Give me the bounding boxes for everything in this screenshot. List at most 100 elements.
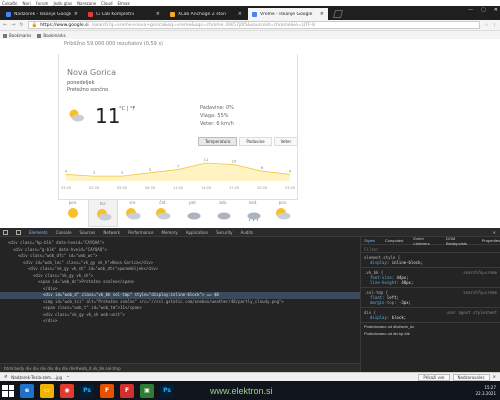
close-tab-icon[interactable]: × — [74, 11, 78, 17]
system-clock[interactable]: 15:27 22.3.2021 — [476, 385, 500, 397]
time-tick-label: 23:00 — [285, 186, 295, 190]
css-property[interactable]: display: block; — [364, 315, 497, 320]
reload-icon[interactable]: ↻ — [19, 22, 23, 28]
url-input[interactable]: 🔒 https://www.google.si/search?q=vreme+n… — [27, 21, 481, 29]
favicon-icon — [88, 11, 93, 17]
forecast-day[interactable]: sre. — [118, 199, 148, 227]
inherited-heading: Podedovano od div.kp-blk — [364, 331, 410, 336]
download-chip[interactable]: Nadzorovalec — [452, 373, 490, 381]
dom-node-line[interactable]: </div> — [0, 318, 360, 325]
menu-icon[interactable]: ⋮ — [493, 23, 498, 28]
app-icon[interactable]: F — [120, 383, 134, 398]
forecast-day[interactable]: sob. — [208, 199, 238, 227]
weather-details: Padavine: 0% Vlaga: 55% Veter: 6 km/h — [200, 104, 234, 128]
forecast-day[interactable]: čet. — [148, 199, 178, 227]
browser-tab[interactable]: Ci Lab Kompletni × — [84, 8, 164, 20]
styles-filter-input[interactable]: Filter — [361, 245, 500, 253]
devtools-tab[interactable]: Security — [216, 230, 232, 235]
menu-item[interactable]: Cloud — [101, 1, 112, 6]
styles-subtab[interactable]: Styles — [364, 238, 375, 243]
forecast-day[interactable]: pon. — [268, 199, 298, 227]
partly-cloudy-icon — [69, 109, 84, 122]
tab-temperature[interactable]: Temperatura — [198, 137, 238, 146]
menu-item[interactable]: Nari — [23, 1, 31, 6]
time-tick-label: 14:00 — [201, 186, 211, 190]
devtools-tab[interactable]: Elements — [29, 230, 48, 235]
bookmark-item[interactable]: Bookmarks — [37, 32, 66, 38]
forecast-day[interactable]: tor. — [88, 199, 118, 227]
close-tab-icon[interactable]: × — [320, 11, 324, 17]
back-icon[interactable]: ← — [3, 22, 7, 28]
devtools-tab[interactable]: Sources — [80, 230, 96, 235]
minimize-icon[interactable]: — — [468, 7, 473, 13]
devtools-tab[interactable]: Performance — [128, 230, 153, 235]
rule-source[interactable]: search?q=vreme — [463, 290, 497, 295]
app-icon[interactable]: ▣ — [140, 383, 154, 398]
forecast-day-label: sre. — [129, 200, 137, 205]
devtools-tab[interactable]: Application — [186, 230, 208, 235]
browser-tab[interactable]: Vreme - Iskanje Google × — [248, 8, 328, 20]
styles-subtab[interactable]: Event Listeners — [413, 237, 436, 246]
forward-icon[interactable]: → — [11, 22, 15, 28]
close-tab-icon[interactable]: × — [238, 11, 242, 17]
time-tick-label: 20:00 — [257, 186, 267, 190]
elements-tree: <div class="kp-blk" data-hveid="CAYQAA">… — [0, 237, 360, 363]
folder-icon[interactable]: ▭ — [40, 383, 54, 398]
styles-subtab[interactable]: Properties — [482, 238, 500, 243]
css-property[interactable]: line-height: 48px; — [364, 280, 497, 285]
photoshop-icon[interactable]: Ps — [160, 383, 174, 398]
bookmark-item[interactable]: Bookmarks — [3, 33, 31, 38]
css-property[interactable]: display: inline-block; — [364, 260, 497, 265]
menu-item[interactable]: Forum — [36, 1, 49, 6]
temperature-unit-toggle[interactable]: °C | °F — [119, 106, 135, 112]
menu-item[interactable]: Elmak — [118, 1, 130, 6]
close-tab-icon[interactable]: × — [156, 11, 160, 17]
humidity-value: Vlaga: 55% — [200, 113, 229, 119]
bookmark-label: Bookmarks — [43, 32, 66, 38]
maximize-icon[interactable]: ▢ — [481, 7, 486, 13]
forecast-day[interactable]: ned. — [238, 199, 268, 227]
close-icon[interactable]: ✕ — [493, 374, 496, 381]
temperature-value-label: 6 — [261, 166, 263, 170]
rule-source[interactable]: search?q=vreme — [463, 270, 497, 275]
close-window-icon[interactable]: ✕ — [494, 7, 498, 13]
app-icon[interactable]: F — [100, 383, 114, 398]
file-icon: 🗎 — [4, 373, 8, 379]
devtools-tab[interactable]: Network — [103, 230, 120, 235]
styles-subtab[interactable]: Computed — [385, 238, 403, 243]
explorer-icon[interactable]: e — [20, 383, 34, 398]
rule-source[interactable]: user agent stylesheet — [446, 310, 497, 315]
photoshop-icon[interactable]: Ps — [80, 383, 94, 398]
browser-tab[interactable]: XLab Anchoge Z stori × — [166, 8, 246, 20]
devtools-tab[interactable]: Memory — [161, 230, 177, 235]
weather-day: ponedeljek — [67, 80, 95, 86]
weather-condition: Pretežno sončno — [67, 87, 109, 93]
download-item[interactable]: Nadzorek-Tesla-zem....jpg — [11, 375, 62, 380]
temperature-value-label: 7 — [177, 165, 179, 169]
partly-cloudy-icon — [97, 209, 112, 221]
device-toggle-icon[interactable] — [16, 229, 21, 235]
css-property[interactable]: margin-top: -3px; — [364, 300, 497, 305]
close-devtools-icon[interactable]: ✕ — [493, 230, 496, 235]
new-tab-button[interactable] — [332, 10, 344, 18]
forecast-day[interactable]: pet. — [178, 199, 208, 227]
browser-tab[interactable]: Nadzorek - Iskanje Google × — [2, 8, 82, 20]
menu-item[interactable]: Čukaški — [2, 1, 18, 6]
devtools-tab[interactable]: Console — [56, 230, 72, 235]
show-all-button[interactable]: Prikaži vse — [418, 373, 450, 381]
tab-wind[interactable]: Veter — [273, 137, 299, 146]
weather-temperature: 11 — [95, 104, 121, 128]
bookmark-label: Bookmarks — [9, 32, 32, 38]
menu-item[interactable]: Jezik glas — [53, 1, 72, 6]
tab-precipitation[interactable]: Padavine — [239, 137, 272, 146]
forecast-day[interactable]: pon. — [58, 199, 88, 227]
styles-subtab[interactable]: DOM Breakpoints — [446, 237, 472, 246]
inspect-icon[interactable] — [3, 229, 8, 235]
devtools-toolbar: Elements Console Sources Network Performance… — [0, 228, 500, 237]
chrome-icon[interactable]: ◉ — [60, 383, 74, 398]
chevron-up-icon[interactable]: ^ — [66, 375, 69, 380]
menu-item[interactable]: Narezane — [77, 1, 96, 6]
star-icon[interactable]: ☆ — [484, 23, 488, 28]
windows-start-icon[interactable] — [2, 384, 14, 397]
devtools-tab[interactable]: Audits — [241, 230, 254, 235]
